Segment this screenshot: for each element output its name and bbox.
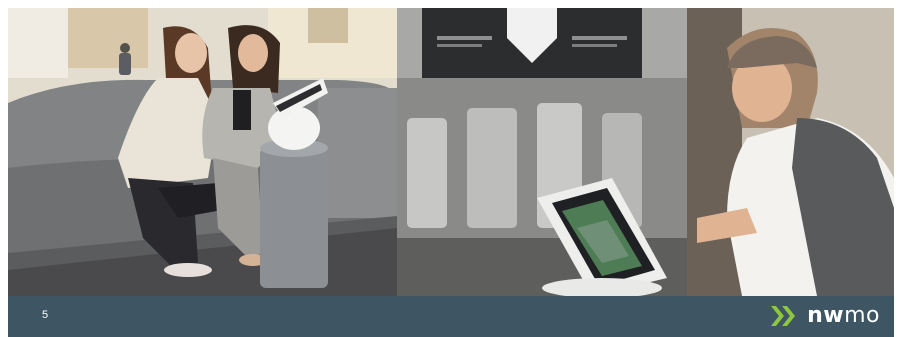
- logo-text: nwmo: [807, 304, 880, 328]
- slide-footer: 5 nwmo: [8, 296, 894, 337]
- nwmo-logo: nwmo: [769, 303, 880, 329]
- page-number: 5: [42, 309, 49, 321]
- double-chevron-icon: [771, 306, 796, 326]
- logo-text-bold: nw: [807, 303, 845, 328]
- people-at-kiosk-photo: [8, 8, 397, 296]
- photo-strip: [8, 8, 894, 296]
- presentation-slide: 5 nwmo: [0, 0, 901, 337]
- man-using-tablet-photo: [397, 8, 894, 296]
- logo-text-light: mo: [844, 303, 880, 328]
